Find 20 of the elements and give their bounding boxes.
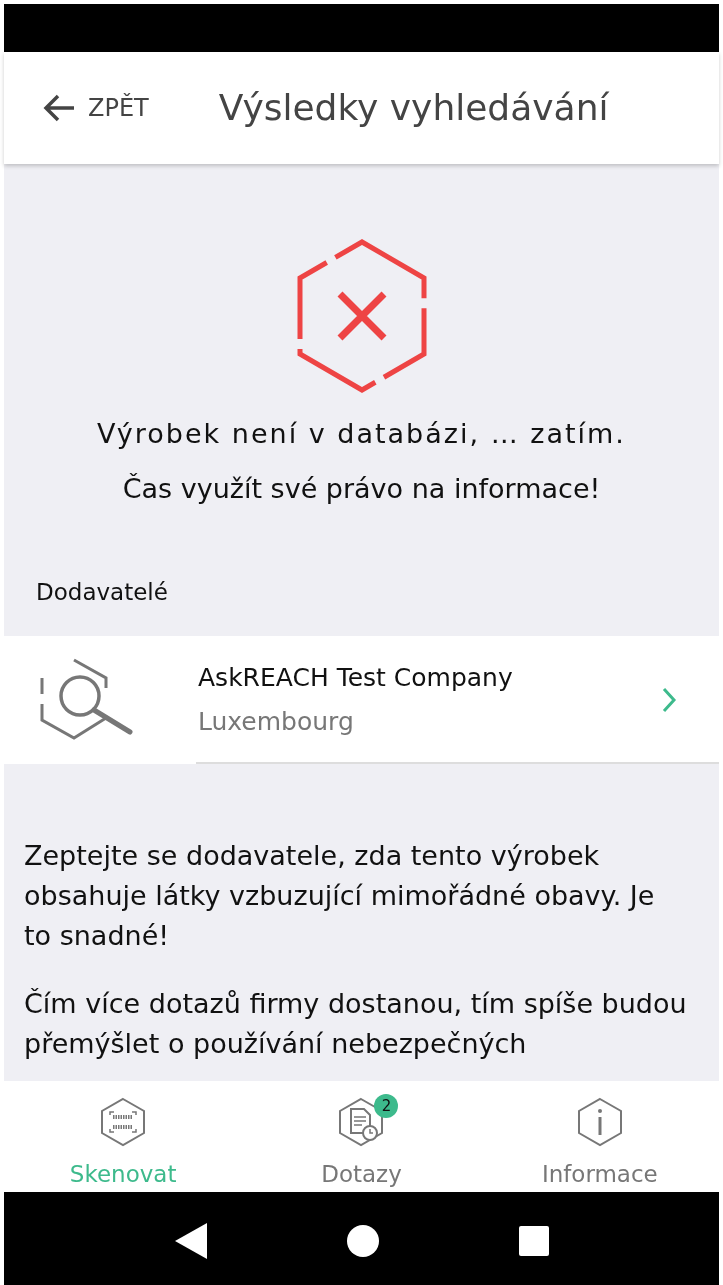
home-circle-icon[interactable]: [346, 1223, 381, 1258]
info-paragraph: Čím více dotazů firmy dostanou, tím spíše budou přemýšlet o používání nebezpečných: [24, 986, 688, 1061]
info-paragraph: Zeptejte se dodavatele, zda tento výrobek obsahuje látky vzbuzující mimořádné obavy. Je to snadné!: [24, 838, 656, 953]
count-badge: 2: [374, 1094, 399, 1118]
back-arrow-icon: [42, 93, 76, 123]
recent-square-icon[interactable]: [518, 1224, 551, 1257]
back-button[interactable]: ZPĚT: [42, 90, 149, 126]
chevron-right-icon: [661, 686, 677, 713]
call-to-action-text: Čas využít své právo na informace!: [121, 471, 602, 506]
info-hexagon-icon: [576, 1097, 623, 1147]
screen-title: Výsledky vyhledávání: [218, 86, 609, 130]
nav-tab[interactable]: 2 Dotazy: [242, 1081, 481, 1192]
supplier-row[interactable]: AskREACH Test Company Luxembourg: [4, 635, 719, 764]
section-heading: Dodavatelé: [36, 578, 169, 607]
not-found-message: Výrobek není v databázi, … zatím.: [96, 417, 627, 451]
supplier-name: AskREACH Test Company: [198, 662, 514, 694]
barcode-hexagon-icon: [100, 1097, 147, 1147]
nav-tab[interactable]: Informace: [480, 1081, 719, 1192]
hexagon-magnifier-icon: [40, 657, 134, 742]
supplier-country: Luxembourg: [198, 705, 355, 738]
